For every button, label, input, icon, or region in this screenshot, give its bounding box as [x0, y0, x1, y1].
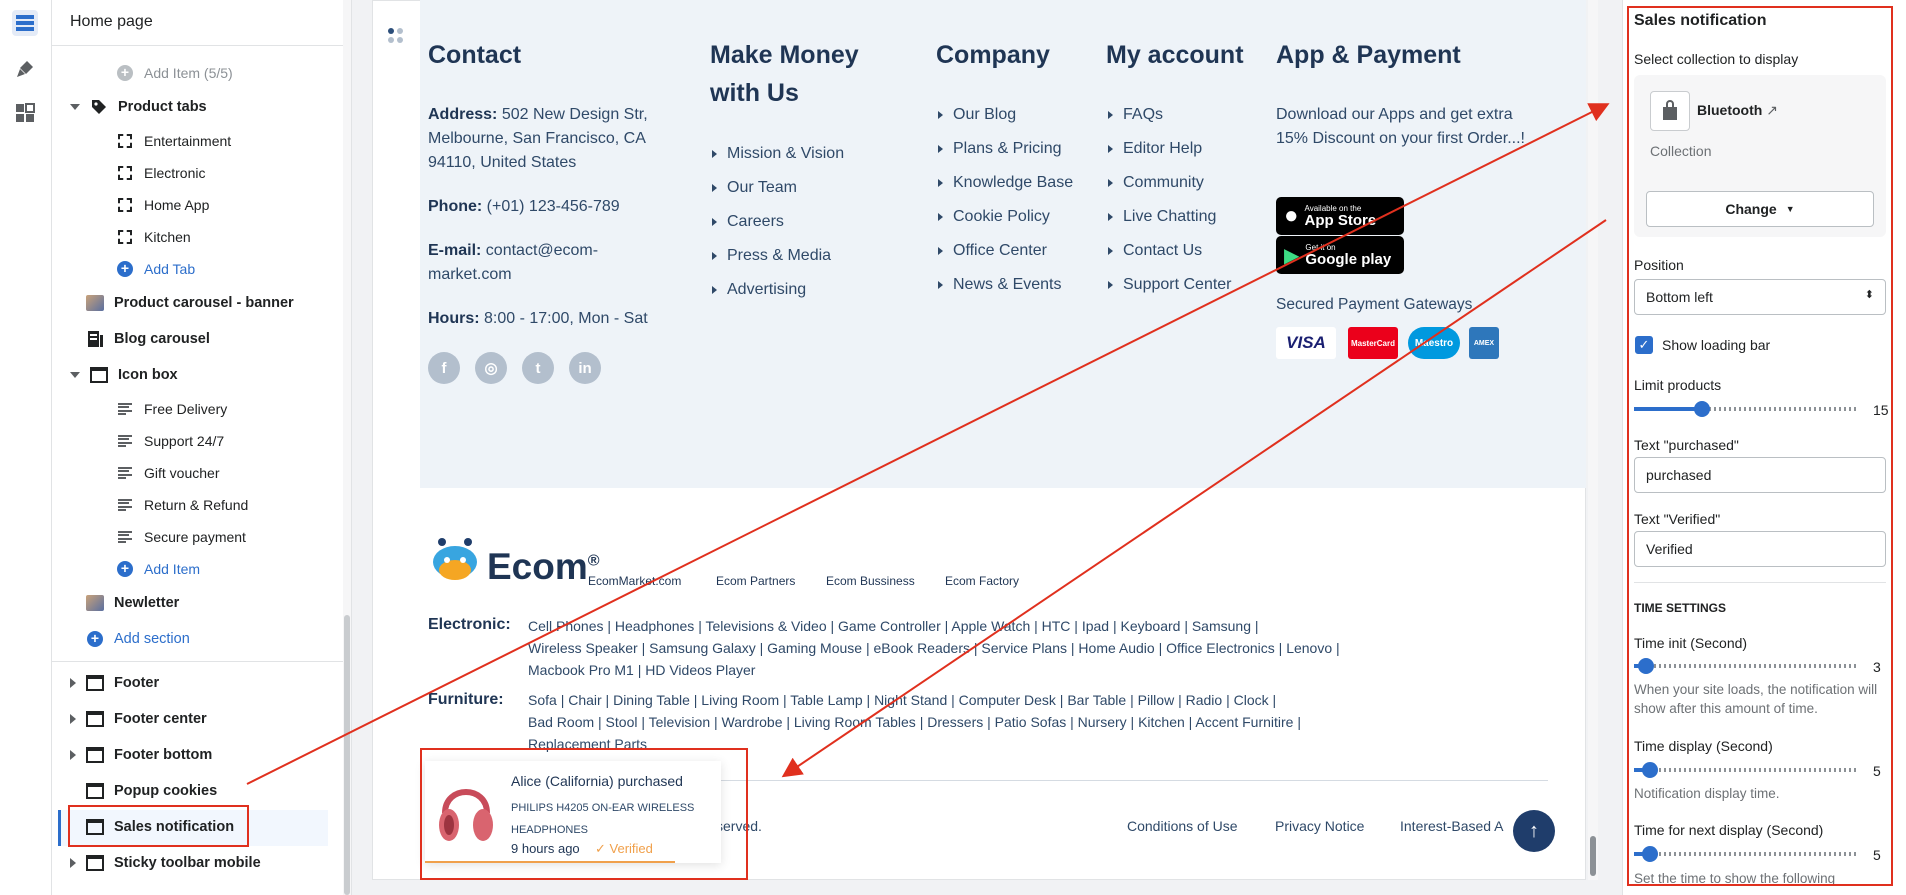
annotation-arrows [246, 103, 1610, 785]
